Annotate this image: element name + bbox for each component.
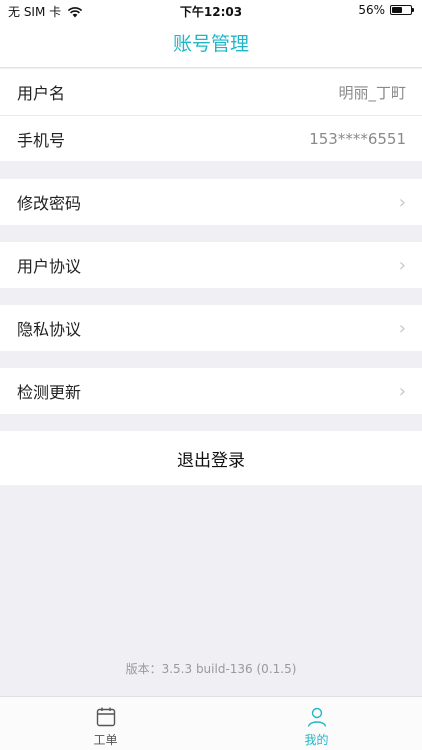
phone-value: 153****6551 <box>309 129 406 148</box>
logout-button[interactable]: 退出登录 <box>0 431 422 485</box>
check-update-group: 检测更新 › <box>0 368 422 414</box>
version-text: 版本：3.5.3 build-136 (0.1.5) <box>125 662 297 676</box>
phone-row: 手机号 153****6551 <box>0 115 422 161</box>
check-update-row[interactable]: 检测更新 › <box>0 368 422 414</box>
status-bar: 无 SIM 卡 下午12:03 56% <box>0 0 422 22</box>
username-label: 用户名 <box>17 84 66 103</box>
tab-mine[interactable]: 我的 <box>211 697 422 750</box>
tab-work-orders-label: 工单 <box>93 733 118 747</box>
status-right: 56% <box>358 3 414 17</box>
navigation-bar: 账号管理 <box>0 22 422 68</box>
username-row: 用户名 明丽_丁町 <box>0 69 422 115</box>
privacy-policy-group: 隐私协议 › <box>0 305 422 351</box>
calendar-icon <box>96 707 115 727</box>
tab-mine-label: 我的 <box>304 733 329 747</box>
user-agreement-group: 用户协议 › <box>0 242 422 288</box>
change-password-row[interactable]: 修改密码 › <box>0 179 422 225</box>
battery-level-fill <box>392 7 402 13</box>
chevron-right-icon: › <box>398 254 406 276</box>
user-agreement-label: 用户协议 <box>17 257 82 276</box>
account-info-group: 用户名 明丽_丁町 手机号 153****6551 <box>0 69 422 161</box>
phone-label: 手机号 <box>17 130 66 150</box>
user-agreement-row[interactable]: 用户协议 › <box>0 242 422 288</box>
privacy-policy-row[interactable]: 隐私协议 › <box>0 305 422 351</box>
change-password-label: 修改密码 <box>17 194 82 213</box>
chevron-right-icon: › <box>398 191 406 213</box>
page-title: 账号管理 <box>172 33 249 55</box>
tab-bar: 工单 我的 <box>0 696 422 750</box>
person-icon <box>307 707 326 727</box>
change-password-group: 修改密码 › <box>0 179 422 225</box>
tab-work-orders[interactable]: 工单 <box>0 697 211 750</box>
chevron-right-icon: › <box>398 317 406 339</box>
username-value: 明丽_丁町 <box>338 83 406 102</box>
logout-label: 退出登录 <box>177 450 245 471</box>
chevron-right-icon: › <box>398 380 406 402</box>
privacy-policy-label: 隐私协议 <box>17 320 82 339</box>
battery-percent: 56% <box>358 3 385 17</box>
battery-icon <box>390 5 414 15</box>
check-update-label: 检测更新 <box>17 383 82 402</box>
